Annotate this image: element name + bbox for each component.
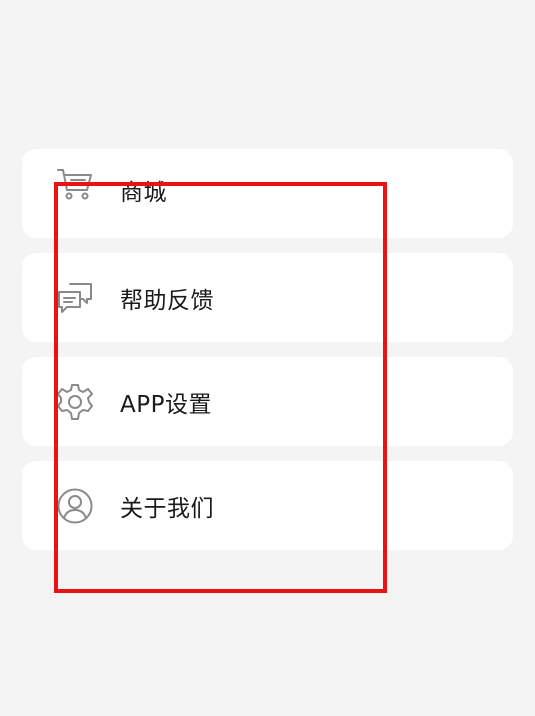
menu-item-label: 商城 (120, 179, 167, 206)
menu-item-label: APP设置 (120, 391, 212, 418)
gear-icon (56, 383, 94, 421)
shopping-cart-icon (56, 166, 94, 204)
menu-item-about[interactable]: 关于我们 (22, 461, 513, 550)
menu-item-settings[interactable]: APP设置 (22, 357, 513, 446)
menu-item-label: 帮助反馈 (120, 287, 214, 314)
menu-list: 商城 帮助反馈 APP设置 关于我们 (22, 149, 513, 565)
menu-item-label: 关于我们 (120, 495, 214, 522)
menu-item-feedback[interactable]: 帮助反馈 (22, 253, 513, 342)
chat-bubbles-icon (56, 279, 94, 317)
user-circle-icon (56, 487, 94, 525)
menu-item-shop[interactable]: 商城 (22, 149, 513, 238)
